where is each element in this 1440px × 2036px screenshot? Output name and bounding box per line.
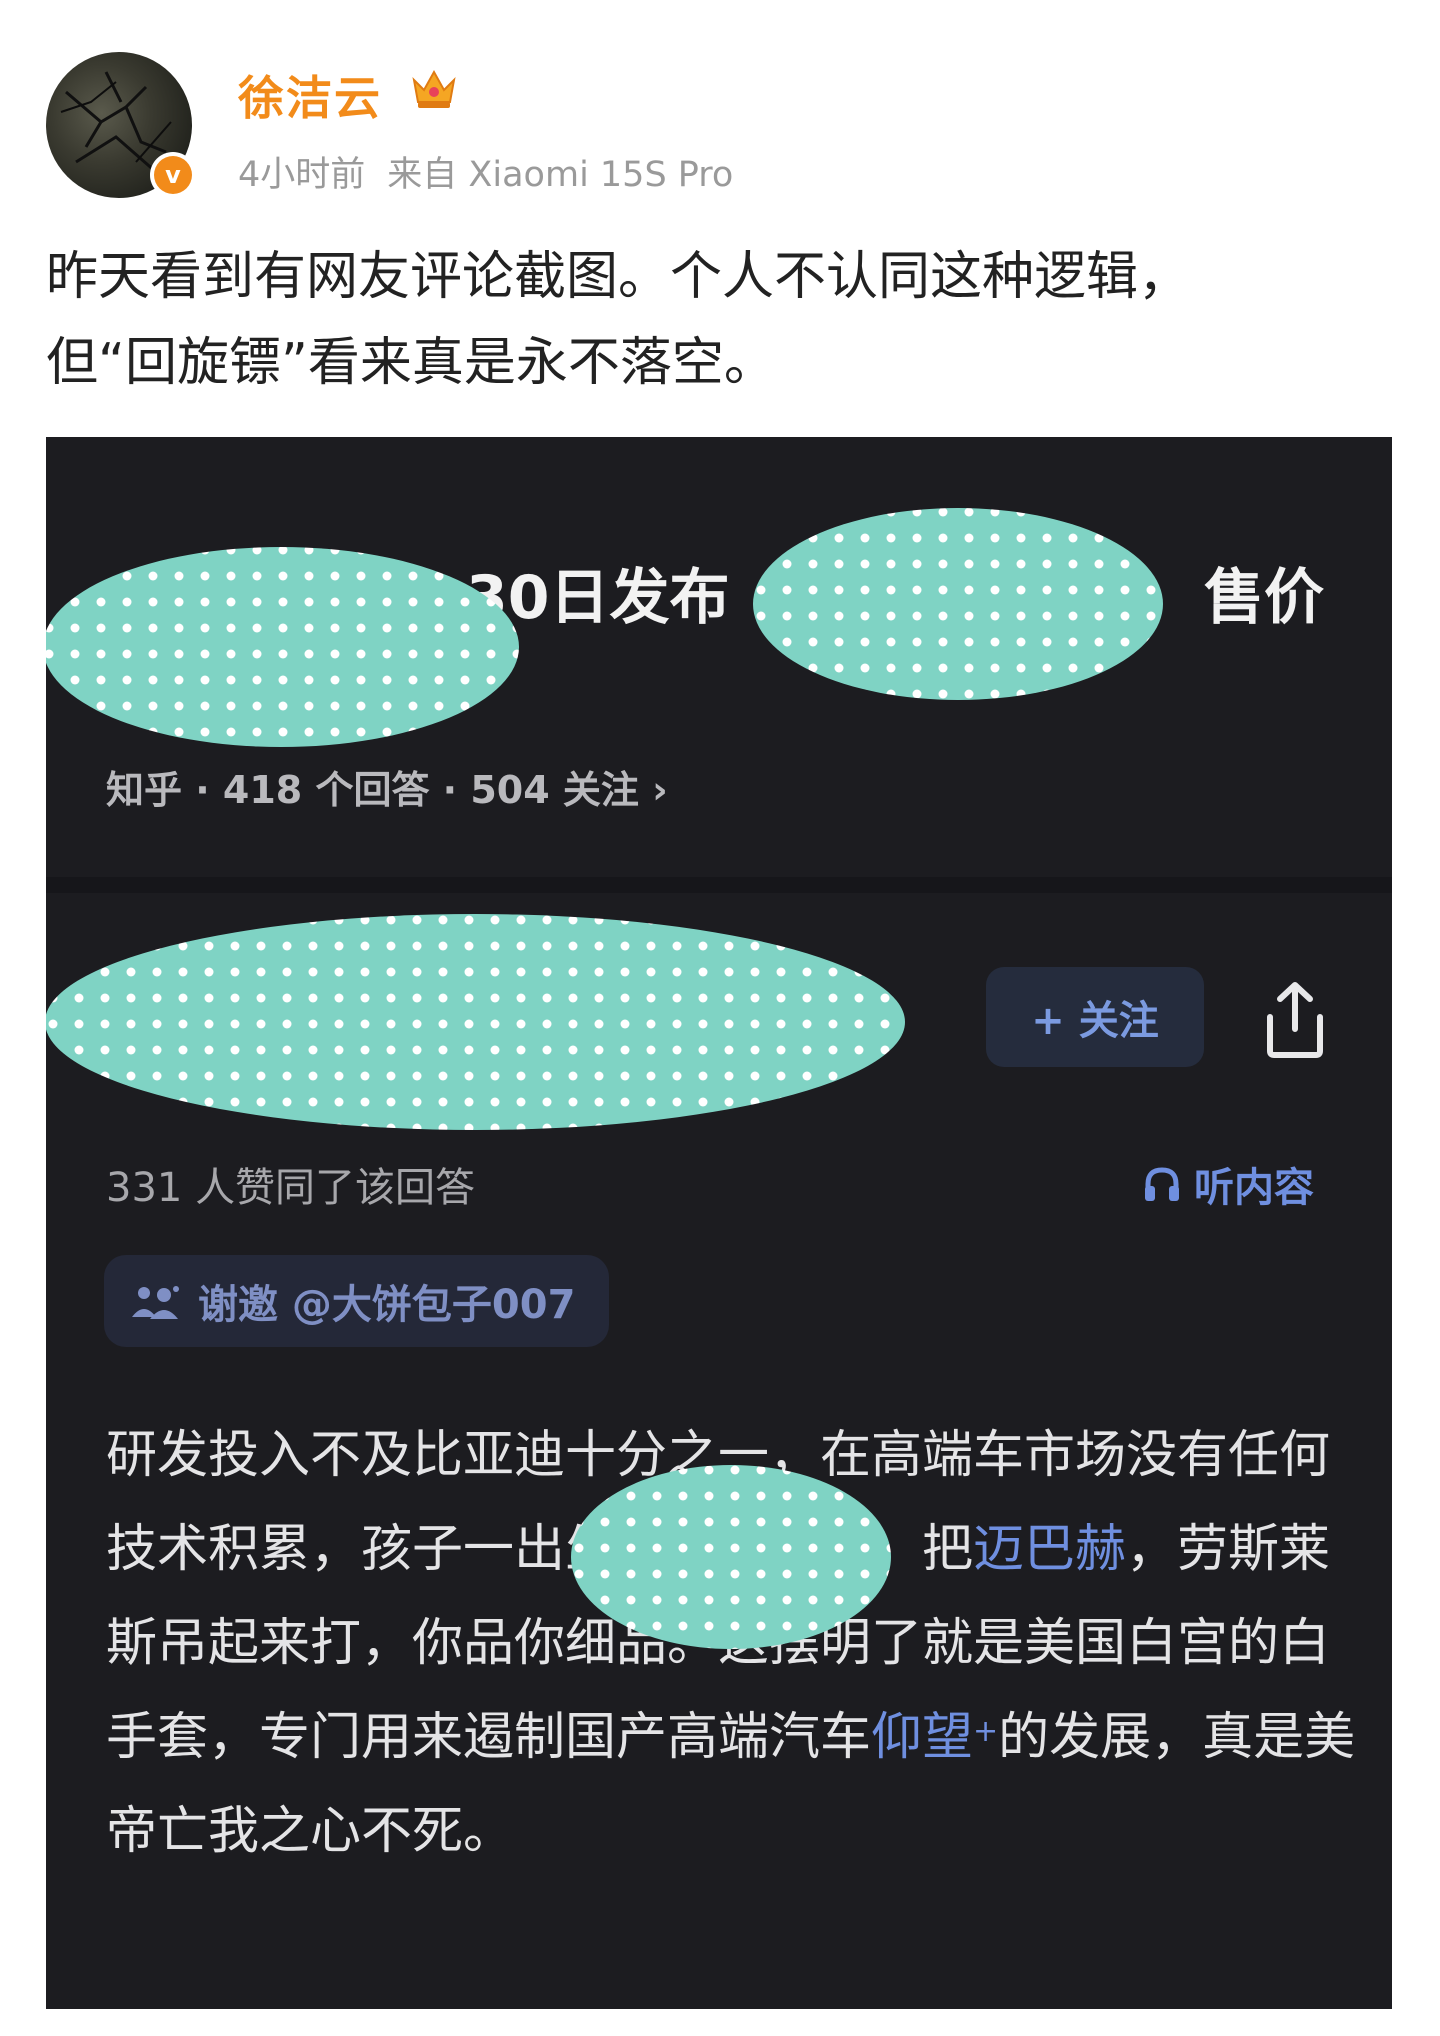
post-time: 4小时前 — [238, 155, 366, 195]
section-divider — [46, 877, 1392, 893]
redaction-blob — [753, 508, 1163, 700]
post-text-line: 昨天看到有网友评论截图。个人不认同这种逻辑， — [46, 247, 1191, 307]
headphones-icon — [1145, 1167, 1179, 1201]
question-meta[interactable]: 知乎 · 418 个回答 · 504 关注 › — [106, 759, 668, 814]
yangwang-link[interactable]: 仰望 — [871, 1708, 973, 1767]
crown-icon — [412, 69, 456, 108]
redaction-blob — [571, 1465, 891, 1649]
invite-tag[interactable]: 谢邀 @大饼包子007 — [104, 1255, 610, 1347]
embedded-screenshot[interactable]: 30日发布 售价 知乎 · 418 个回答 · 504 关注 › + 关注 33… — [46, 437, 1392, 2009]
follow-button[interactable]: + 关注 — [986, 967, 1204, 1067]
verified-badge-icon: v — [150, 152, 196, 198]
post-source: 来自 Xiaomi 15S Pro — [387, 155, 734, 195]
listen-button[interactable]: 听内容 — [1142, 1155, 1314, 1213]
post-header: v 徐洁云 4小时前 来自 Xiaomi 15S Pro — [0, 0, 1440, 220]
avatar[interactable]: v — [46, 52, 196, 198]
question-title-suffix: 售价 — [1204, 563, 1324, 633]
share-icon[interactable] — [1256, 977, 1334, 1061]
post-text: 昨天看到有网友评论截图。个人不认同这种逻辑， 但“回旋镖”看来真是永不落空。 — [46, 234, 1406, 406]
post-text-line: 但“回旋镖”看来真是永不落空。 — [46, 333, 776, 393]
invite-text: 谢邀 @大饼包子007 — [198, 1282, 576, 1328]
redaction-blob — [46, 914, 905, 1130]
redaction-blob — [46, 547, 519, 747]
invite-people-icon — [132, 1286, 179, 1319]
username[interactable]: 徐洁云 — [238, 62, 382, 128]
link-plus-marker: + — [973, 1714, 999, 1749]
maybach-link[interactable]: 迈巴赫 — [973, 1520, 1126, 1579]
agree-count: 331 人赞同了该回答 — [106, 1165, 476, 1211]
listen-label: 听内容 — [1194, 1165, 1314, 1211]
post-meta: 4小时前 来自 Xiaomi 15S Pro — [238, 146, 755, 197]
